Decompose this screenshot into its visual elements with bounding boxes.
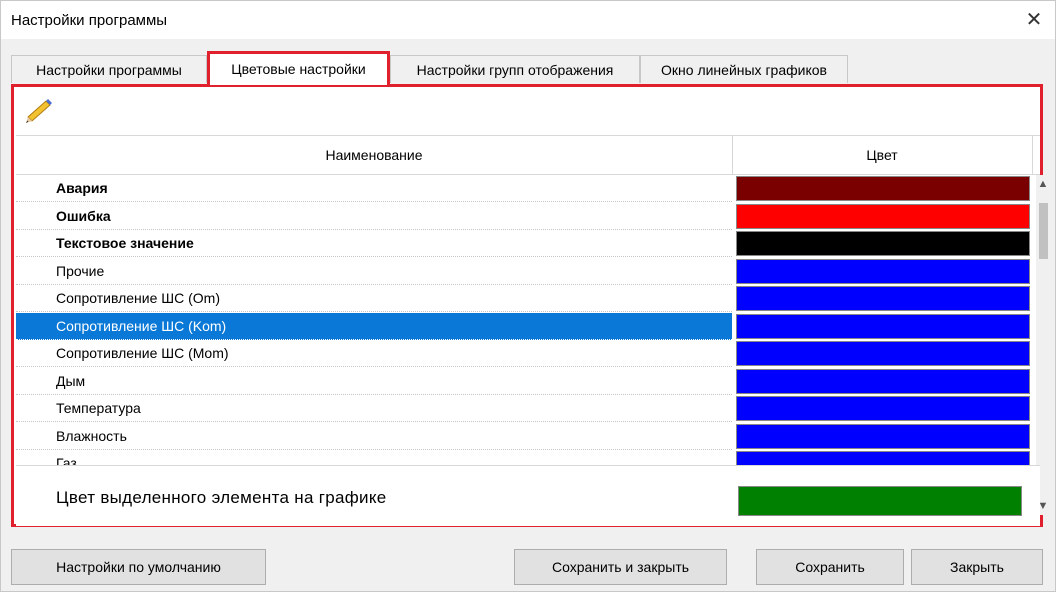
table-row[interactable]: Температура xyxy=(16,395,1034,423)
tab-display-groups[interactable]: Настройки групп отображения xyxy=(390,55,640,83)
selected-element-color-swatch[interactable] xyxy=(738,486,1022,516)
row-name[interactable]: Дым xyxy=(16,368,732,395)
tab-line-charts[interactable]: Окно линейных графиков xyxy=(640,55,848,83)
column-header-color[interactable]: Цвет xyxy=(732,136,1033,174)
title-bar: Настройки программы ✕ xyxy=(1,1,1055,39)
defaults-button[interactable]: Настройки по умолчанию xyxy=(11,549,266,585)
color-swatch[interactable] xyxy=(736,423,1030,449)
row-name[interactable]: Ошибка xyxy=(16,203,732,230)
row-name[interactable]: Сопротивление ШС (Mom) xyxy=(16,340,732,367)
row-name[interactable]: Влажность xyxy=(16,423,732,450)
color-settings-panel: Наименование Цвет Авария Ошибка Текстовое … xyxy=(11,84,1050,527)
color-swatch[interactable] xyxy=(736,286,1030,311)
table-row[interactable]: Дым xyxy=(16,368,1034,396)
tab-program-settings[interactable]: Настройки программы xyxy=(11,55,207,83)
close-button[interactable]: Закрыть xyxy=(911,549,1043,585)
selected-element-label: Цвет выделенного элемента на графике xyxy=(56,488,387,507)
pencil-icon[interactable] xyxy=(24,95,54,123)
table-row[interactable]: Ошибка xyxy=(16,203,1034,231)
scroll-up-icon[interactable]: ▲ xyxy=(1036,175,1050,193)
table-row[interactable]: Сопротивление ШС (Om) xyxy=(16,285,1034,313)
column-header-name[interactable]: Наименование xyxy=(16,136,733,174)
vertical-scrollbar[interactable]: ▲ ▼ xyxy=(1036,175,1050,515)
row-name[interactable]: Текстовое значение xyxy=(16,230,732,257)
scroll-thumb[interactable] xyxy=(1039,203,1048,259)
table-row[interactable]: Прочие xyxy=(16,258,1034,286)
close-icon[interactable]: ✕ xyxy=(1019,5,1049,35)
color-swatch[interactable] xyxy=(736,396,1030,421)
tab-color-settings[interactable]: Цветовые настройки xyxy=(207,51,390,85)
color-swatch[interactable] xyxy=(736,313,1030,339)
save-and-close-button[interactable]: Сохранить и закрыть xyxy=(514,549,727,585)
save-button[interactable]: Сохранить xyxy=(756,549,904,585)
color-swatch[interactable] xyxy=(736,176,1030,201)
color-swatch[interactable] xyxy=(736,231,1030,256)
grid-header: Наименование Цвет xyxy=(16,135,1040,175)
row-name[interactable]: Авария xyxy=(16,175,732,202)
table-row[interactable]: Сопротивление ШС (Mom) xyxy=(16,340,1034,368)
color-swatch[interactable] xyxy=(736,203,1030,229)
row-name[interactable]: Прочие xyxy=(16,258,732,285)
table-row[interactable]: Текстовое значение xyxy=(16,230,1034,258)
color-swatch[interactable] xyxy=(736,258,1030,284)
table-row[interactable]: Влажность xyxy=(16,423,1034,451)
row-name[interactable]: Сопротивление ШС (Om) xyxy=(16,285,732,312)
window-title: Настройки программы xyxy=(11,12,168,29)
color-swatch[interactable] xyxy=(736,341,1030,366)
settings-window: Настройки программы ✕ Настройки программ… xyxy=(0,0,1056,592)
table-row[interactable]: Сопротивление ШС (Kom) xyxy=(16,312,1034,341)
row-name[interactable]: Температура xyxy=(16,395,732,422)
color-swatch[interactable] xyxy=(736,368,1030,394)
row-name[interactable]: Сопротивление ШС (Kom) xyxy=(16,312,732,340)
table-row[interactable]: Авария xyxy=(16,175,1034,203)
selected-element-row: Цвет выделенного элемента на графике xyxy=(16,465,1040,526)
